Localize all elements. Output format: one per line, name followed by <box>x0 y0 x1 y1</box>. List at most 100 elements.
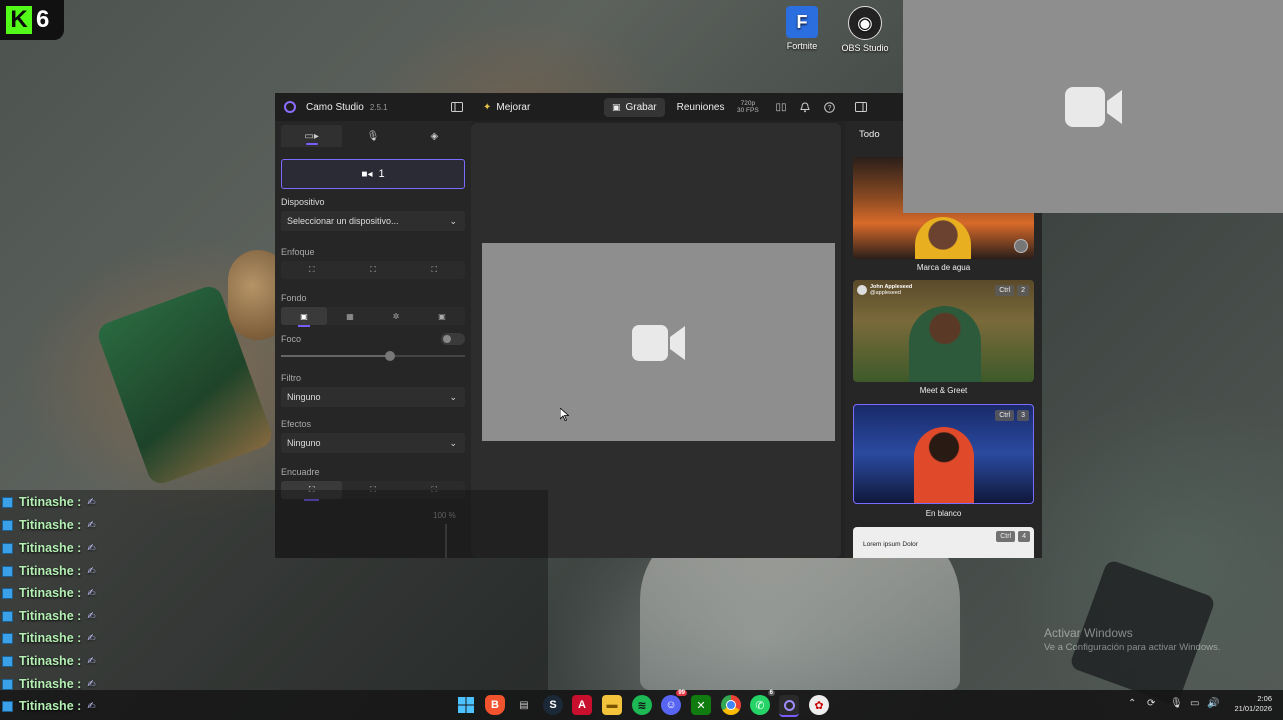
enhance-button[interactable]: ✦ Mejorar <box>475 98 538 117</box>
microphone-tray-icon[interactable]: 🎙 <box>1170 698 1183 709</box>
background-remove-button[interactable]: ✲ <box>373 307 419 325</box>
app-title: Camo Studio <box>306 101 364 113</box>
scene-card-meet-greet[interactable]: John Appleseed @appleseed Ctrl 2 <box>853 280 1034 382</box>
bell-icon[interactable] <box>797 99 813 115</box>
tab-layers[interactable]: ◈ <box>404 125 465 147</box>
blur-slider[interactable] <box>281 351 465 361</box>
clock-time: 2:06 <box>1257 694 1272 703</box>
task-manager-icon[interactable]: ▤ <box>514 695 534 715</box>
desktop-icon-fortnite[interactable]: F Fortnite <box>767 2 837 51</box>
tab-audio[interactable]: 🎙 <box>342 125 403 147</box>
windows-start-icon[interactable] <box>456 695 476 715</box>
fortnite-icon: F <box>786 6 818 38</box>
watermark-subtitle: Ve a Configuración para activar Windows. <box>1044 642 1221 653</box>
layout-icon[interactable]: ▯▯ <box>773 99 789 115</box>
source-tabs: ▭▸ 🎙 ◈ <box>281 125 465 147</box>
shortcut-number: 4 <box>1018 531 1030 542</box>
shortcut-ctrl: Ctrl <box>996 531 1016 542</box>
adobe-icon[interactable]: A <box>572 695 592 715</box>
record-button[interactable]: ▣ Grabar <box>604 97 665 117</box>
filter-select[interactable]: Ninguno ⌄ <box>281 387 465 407</box>
device-label: Dispositivo <box>281 197 325 207</box>
remove-bg-icon: ✲ <box>392 311 400 321</box>
spotify-icon[interactable]: ≋ <box>632 695 652 715</box>
scene-text-preview: Lorem ipsum Dolor <box>863 541 918 548</box>
emote-icon: ✍ <box>87 632 96 644</box>
blur-row: Foco <box>281 333 465 345</box>
whatsapp-icon[interactable]: ✆ 6 <box>750 690 775 715</box>
focus-manual-icon: ⛶ <box>431 265 438 274</box>
desktop-icon-obs[interactable]: ◉ OBS Studio <box>830 2 900 53</box>
blur-toggle[interactable] <box>441 333 465 345</box>
tab-camera[interactable]: ▭▸ <box>281 125 343 147</box>
chat-message: Titinashe : ✍ <box>2 605 96 627</box>
slider-knob[interactable] <box>385 351 395 361</box>
discord-icon[interactable]: ☺ 99 <box>661 690 687 715</box>
fps-value: 30 FPS <box>737 107 759 114</box>
panel-toggle-icon[interactable] <box>853 99 869 115</box>
chat-username: Titinashe : <box>19 586 82 600</box>
resolution-indicator[interactable]: 720p 30 FPS <box>737 100 759 114</box>
camera-slot-button[interactable]: ■◂ 1 <box>281 159 465 189</box>
xbox-icon[interactable]: ✕ <box>691 695 711 715</box>
emote-icon: ✍ <box>87 610 96 622</box>
scene-thumbnail-person <box>915 217 971 259</box>
scene-shortcut: Ctrl 3 <box>995 410 1029 421</box>
chevron-up-icon[interactable]: ⌃ <box>1128 698 1136 709</box>
desktop-icon-label: OBS Studio <box>841 43 889 53</box>
shortcut-ctrl: Ctrl <box>995 410 1015 421</box>
brave-icon[interactable]: B <box>485 695 505 715</box>
camo-logo-icon <box>284 101 296 113</box>
scene-name: Meet & Greet <box>919 386 968 395</box>
chevron-down-icon: ⌄ <box>449 437 457 448</box>
focus-face-icon: ⛶ <box>370 265 376 274</box>
game-app-icon[interactable]: ✿ <box>809 695 829 715</box>
file-explorer-icon[interactable]: ▬ <box>602 695 622 715</box>
emote-icon: ✍ <box>87 542 96 554</box>
chrome-icon[interactable] <box>721 695 741 715</box>
help-icon[interactable]: ? <box>821 99 837 115</box>
video-camera-icon: ▭▸ <box>304 130 319 142</box>
sub-badge-icon <box>2 496 13 508</box>
shortcut-number: 2 <box>1017 285 1029 296</box>
person-icon: ▣ <box>300 311 308 321</box>
chat-username: Titinashe : <box>19 631 82 645</box>
emote-icon: ✍ <box>87 700 96 712</box>
emote-icon: ✍ <box>87 519 96 531</box>
chat-message: Titinashe : ✍ <box>2 537 96 559</box>
sidebar-toggle-icon[interactable] <box>449 99 465 115</box>
sub-badge-icon <box>2 655 13 667</box>
background-blur-button[interactable]: ▦ <box>327 307 373 325</box>
layers-icon: ◈ <box>430 130 439 142</box>
scene-card-blank[interactable]: Ctrl 3 <box>853 404 1034 504</box>
owner-handle: @appleseed <box>870 290 901 296</box>
meetings-button[interactable]: Reuniones <box>669 98 733 117</box>
chat-username: Titinashe : <box>19 518 82 532</box>
focus-auto-button[interactable]: ⛶ <box>281 261 342 279</box>
camera-overlay-placeholder <box>903 0 1283 213</box>
kick-overlay: K 6 <box>0 0 64 40</box>
system-clock[interactable]: 2:06 21/01/2026 <box>1222 694 1272 714</box>
emote-icon: ✍ <box>87 565 96 577</box>
device-select[interactable]: Seleccionar un dispositivo... ⌄ <box>281 211 465 231</box>
steam-icon[interactable]: S <box>543 695 563 715</box>
focus-manual-button[interactable]: ⛶ <box>404 261 465 279</box>
effects-select[interactable]: Ninguno ⌄ <box>281 433 465 453</box>
volume-icon[interactable]: 🔊 <box>1207 698 1219 709</box>
filter-value: Ninguno <box>287 392 321 402</box>
sync-icon[interactable]: ⟳ <box>1147 698 1155 709</box>
camera-preview <box>482 243 835 441</box>
microphone-icon: 🎙 <box>366 130 380 142</box>
scene-card-text[interactable]: Lorem ipsum Dolor Ctrl 4 <box>853 527 1034 558</box>
background-replace-button[interactable]: ▣ <box>419 307 465 325</box>
chat-username: Titinashe : <box>19 677 82 691</box>
sparkle-icon: ✦ <box>483 101 492 113</box>
background-none-button[interactable]: ▣ <box>281 307 327 327</box>
network-icon[interactable]: ▭ <box>1190 698 1199 709</box>
chat-username: Titinashe : <box>19 495 82 509</box>
resolution-value: 720p <box>740 100 756 107</box>
focus-face-button[interactable]: ⛶ <box>342 261 403 279</box>
meetings-label: Reuniones <box>676 101 725 113</box>
chat-username: Titinashe : <box>19 564 82 578</box>
camo-taskbar-icon[interactable] <box>779 695 799 717</box>
